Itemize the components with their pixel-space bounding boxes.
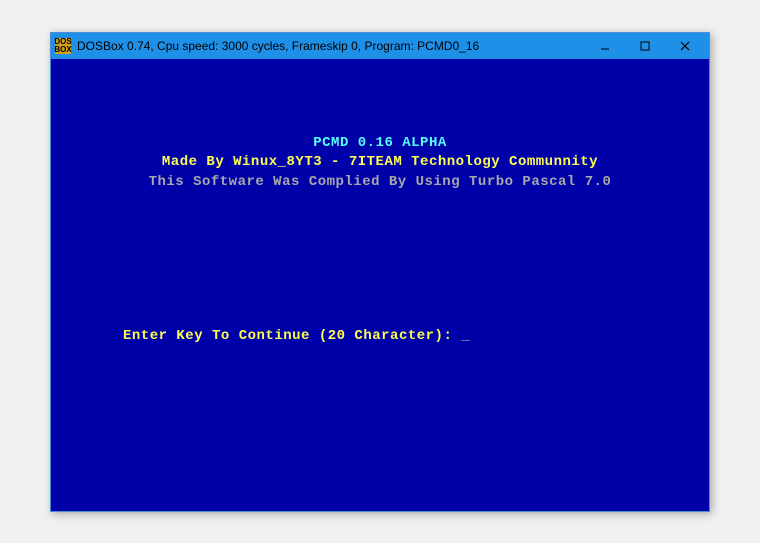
close-button[interactable] [665,33,705,59]
maximize-button[interactable] [625,33,665,59]
titlebar[interactable]: DOS BOX DOSBox 0.74, Cpu speed: 3000 cyc… [51,33,709,59]
prompt-text: Enter Key To Continue (20 Character): [123,328,461,344]
dosbox-window: DOS BOX DOSBox 0.74, Cpu speed: 3000 cyc… [50,32,710,512]
program-title: PCMD 0.16 ALPHA [51,134,709,154]
minimize-button[interactable] [585,33,625,59]
dosbox-icon: DOS BOX [55,38,71,54]
program-compiler: This Software Was Complied By Using Turb… [51,173,709,193]
close-icon [680,41,690,51]
window-title: DOSBox 0.74, Cpu speed: 3000 cycles, Fra… [77,39,585,53]
window-controls [585,33,705,59]
dos-screen[interactable]: PCMD 0.16 ALPHA Made By Winux_8YT3 - 7IT… [51,59,709,511]
minimize-icon [600,41,610,51]
program-author: Made By Winux_8YT3 - 7ITEAM Technology C… [51,153,709,173]
text-cursor: _ [461,327,470,347]
maximize-icon [640,41,650,51]
input-prompt: Enter Key To Continue (20 Character): _ [51,327,709,347]
